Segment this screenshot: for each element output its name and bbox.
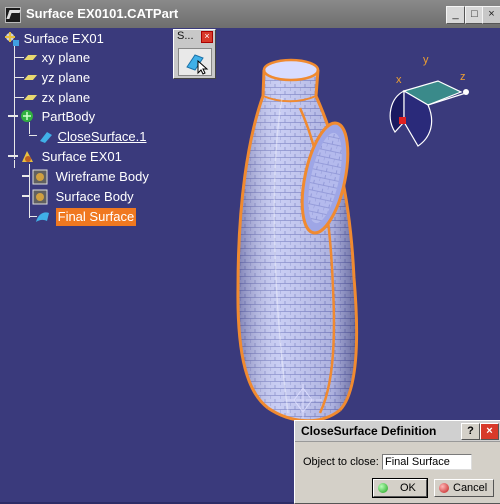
floating-toolbar[interactable]: S... × xyxy=(173,29,216,79)
tree-label-yz-plane: yz plane xyxy=(41,70,91,85)
plane-icon xyxy=(22,89,38,105)
tree-connector xyxy=(14,44,15,159)
close-surface-tool-button[interactable] xyxy=(178,48,212,76)
tree-item-closesurface[interactable]: CloseSurface.1 xyxy=(38,128,147,146)
tree-label-partbody: PartBody xyxy=(41,109,96,124)
compass-x-label: x xyxy=(396,74,402,86)
toolbar-title: S... xyxy=(177,30,194,42)
partbody-icon xyxy=(8,110,33,122)
dialog-close-button[interactable]: × xyxy=(480,423,499,440)
tree-label-final-surface: Final Surface xyxy=(55,208,137,226)
dialog-title: CloseSurface Definition xyxy=(301,424,437,438)
plane-icon xyxy=(22,49,38,65)
tree-item-yz-plane[interactable]: yz plane xyxy=(22,69,90,87)
compass-y-label: y xyxy=(423,54,429,66)
tree-item-final-surface[interactable]: Final Surface xyxy=(34,208,137,226)
surface-body-icon xyxy=(22,189,48,205)
ok-button[interactable]: OK xyxy=(372,478,428,498)
wireframe-body-icon xyxy=(22,169,48,185)
tree-label-zx-plane: zx plane xyxy=(41,90,91,105)
compass-z-label: z xyxy=(460,71,466,83)
tree-item-wireframe-body[interactable]: Wireframe Body xyxy=(22,168,149,186)
tree-item-geoset[interactable]: Surface EX01 xyxy=(8,148,122,166)
tree-item-xy-plane[interactable]: xy plane xyxy=(22,49,90,67)
closesurface-definition-dialog[interactable]: CloseSurface Definition ? × Object to cl… xyxy=(294,420,500,504)
plane-icon xyxy=(22,69,38,85)
tree-item-root[interactable]: Surface EX01 xyxy=(4,30,104,48)
part-icon xyxy=(5,32,19,46)
tree-label-root: Surface EX01 xyxy=(23,31,104,46)
close-window-button[interactable]: × xyxy=(482,6,500,24)
toolbar-title-bar[interactable]: S... × xyxy=(174,30,215,44)
tree-item-surface-body[interactable]: Surface Body xyxy=(22,188,134,206)
cancel-button[interactable]: Cancel xyxy=(434,479,494,497)
object-to-close-field[interactable]: Final Surface xyxy=(382,454,472,470)
window-title: Surface EX0101.CATPart xyxy=(26,6,179,21)
object-to-close-label: Object to close: xyxy=(303,456,379,468)
window-title-bar: Surface EX0101.CATPart _ □ × xyxy=(0,0,500,29)
tree-label-xy-plane: xy plane xyxy=(41,50,91,65)
surface-icon xyxy=(36,212,49,222)
ok-label: OK xyxy=(400,482,416,494)
cancel-label: Cancel xyxy=(453,482,488,494)
tree-label-wireframe-body: Wireframe Body xyxy=(55,169,149,184)
tree-label-geoset: Surface EX01 xyxy=(41,149,122,164)
tree-label-surface-body: Surface Body xyxy=(55,189,134,204)
tree-item-zx-plane[interactable]: zx plane xyxy=(22,89,90,107)
geometrical-set-icon xyxy=(8,151,33,162)
dialog-title-bar[interactable]: CloseSurface Definition ? × xyxy=(295,421,500,442)
close-surface-icon xyxy=(186,54,209,75)
close-surface-icon xyxy=(40,132,52,143)
toolbar-close-button[interactable]: × xyxy=(201,31,213,43)
tree-connector xyxy=(29,135,37,136)
ok-icon xyxy=(378,483,388,493)
cancel-icon xyxy=(439,483,449,493)
help-button[interactable]: ? xyxy=(461,423,480,440)
minimize-button[interactable]: _ xyxy=(446,6,465,24)
catia-app-icon xyxy=(5,7,21,23)
tree-label-closesurface: CloseSurface.1 xyxy=(57,129,147,144)
compass-widget[interactable] xyxy=(389,80,469,147)
tree-item-partbody[interactable]: PartBody xyxy=(8,108,95,126)
bottle-surface[interactable] xyxy=(236,58,359,423)
